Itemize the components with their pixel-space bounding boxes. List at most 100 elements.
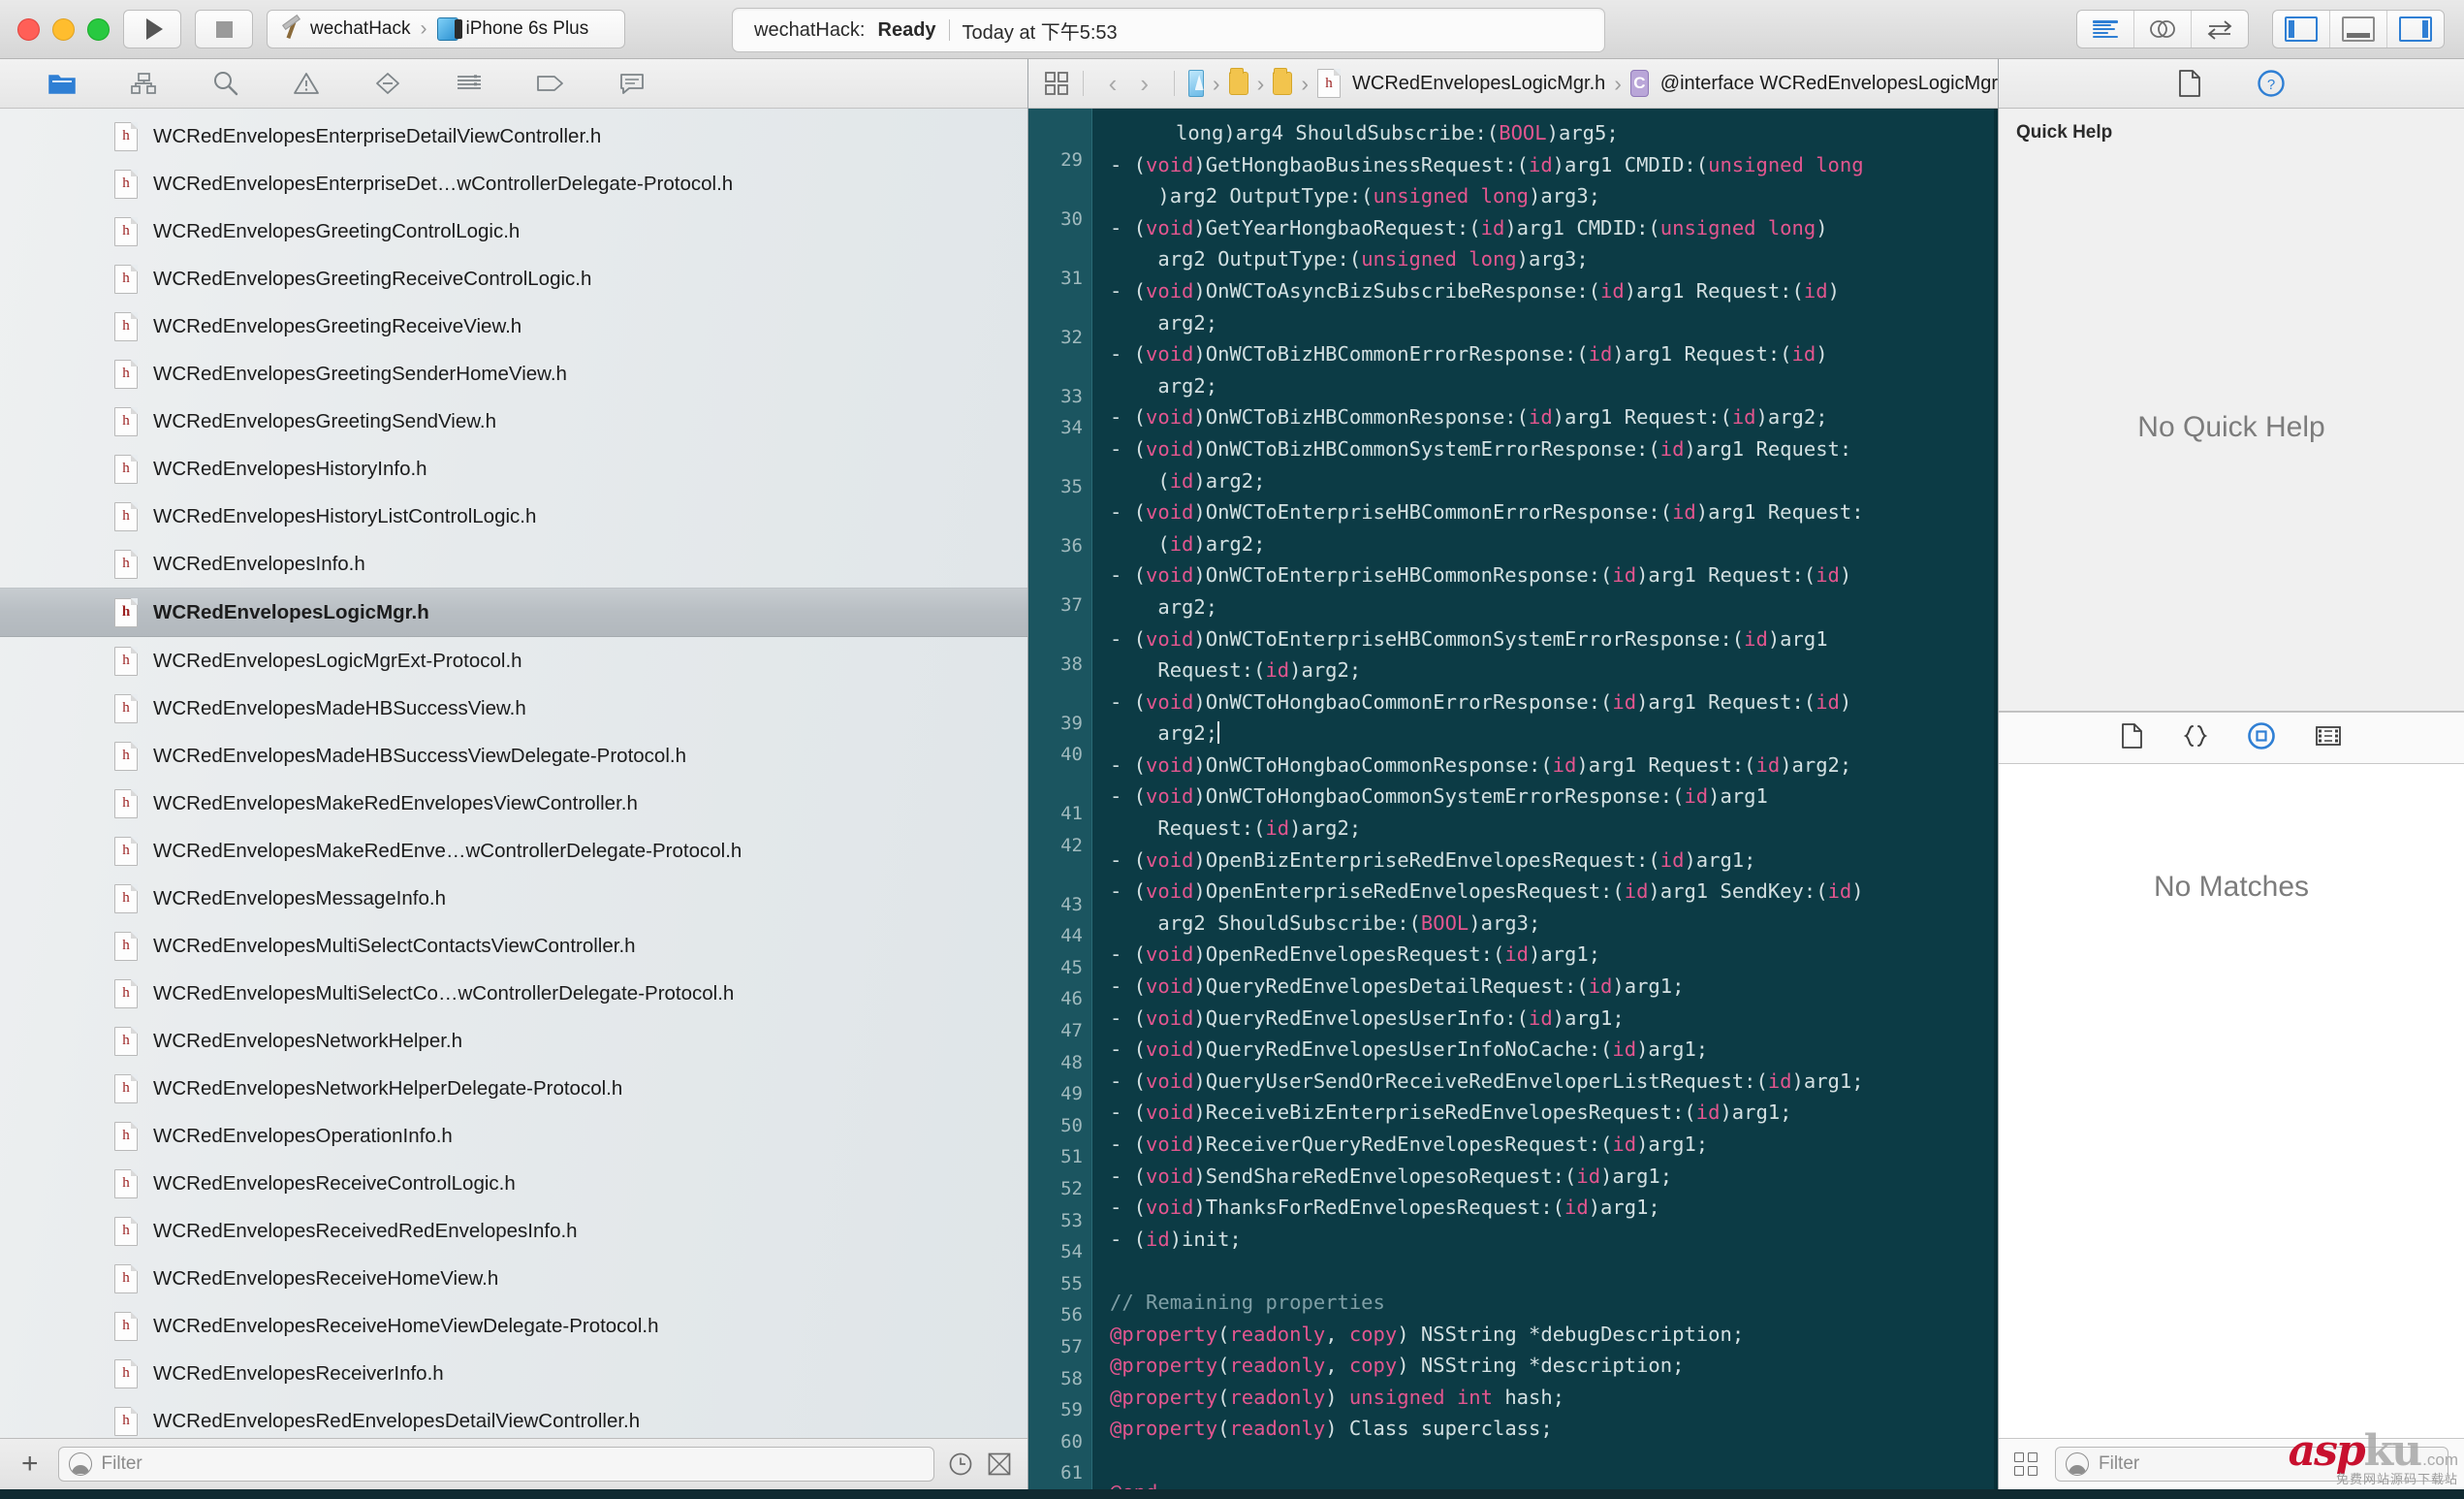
line-number[interactable]: 58 — [1060, 1363, 1091, 1395]
line-number[interactable]: 29 — [1060, 144, 1091, 176]
navigate-forward-button[interactable]: › — [1128, 69, 1160, 99]
navigator-filter-input[interactable]: Filter — [57, 1447, 934, 1482]
line-number[interactable]: 52 — [1060, 1173, 1091, 1205]
file-list-item[interactable]: h WCRedEnvelopesReceiverInfo.h — [0, 1350, 1027, 1397]
code-line[interactable]: - (void)QueryRedEnvelopesUserInfo:(id)ar… — [1110, 1003, 1998, 1035]
code-line[interactable]: - (void)ThanksForRedEnvelopesRequest:(id… — [1110, 1192, 1998, 1224]
line-number[interactable]: 37 — [1060, 590, 1091, 622]
debug-area-toggle-button[interactable] — [2329, 11, 2386, 48]
file-list-item[interactable]: h WCRedEnvelopesMadeHBSuccessView.h — [0, 685, 1027, 732]
file-list-item[interactable]: h WCRedEnvelopesOperationInfo.h — [0, 1112, 1027, 1160]
code-line[interactable]: - (void)QueryRedEnvelopesUserInfoNoCache… — [1110, 1034, 1998, 1066]
line-number[interactable]: 48 — [1060, 1047, 1091, 1079]
line-number-gutter[interactable]: 29 30 31 32 33 34 35 36 37 38 39 40 41 42 43 44 45 46 47 48… — [1028, 109, 1092, 1489]
file-list-item[interactable]: h WCRedEnvelopesEnterpriseDetailViewContr… — [0, 112, 1027, 160]
minimize-button[interactable] — [52, 17, 75, 41]
code-line[interactable]: - (void)OnWCToBizHBCommonErrorResponse:(… — [1110, 338, 1998, 401]
run-button[interactable] — [123, 10, 181, 48]
code-line[interactable]: // Remaining properties — [1110, 1287, 1998, 1319]
file-list-item[interactable]: h WCRedEnvelopesReceiveControlLogic.h — [0, 1160, 1027, 1207]
code-line[interactable]: - (void)OnWCToBizHBCommonSystemErrorResp… — [1110, 433, 1998, 496]
scheme-selector[interactable]: wechatHack › iPhone 6s Plus — [267, 10, 625, 48]
line-number[interactable]: 57 — [1060, 1331, 1091, 1363]
breadcrumb-file-label[interactable]: WCRedEnvelopesLogicMgr.h — [1352, 73, 1605, 95]
recent-files-button[interactable] — [948, 1451, 973, 1477]
line-number[interactable] — [1083, 354, 1091, 381]
add-file-button[interactable]: + — [16, 1450, 45, 1479]
line-number[interactable]: 40 — [1060, 739, 1091, 771]
breadcrumb-folder-icon-1[interactable] — [1228, 68, 1248, 95]
file-list-item[interactable]: h WCRedEnvelopesMultiSelectCo…wController… — [0, 970, 1027, 1017]
code-line[interactable]: - (void)OnWCToAsyncBizSubscribeResponse:… — [1110, 275, 1998, 338]
line-number[interactable]: 53 — [1060, 1205, 1091, 1237]
breadcrumb-folder-icon-2[interactable] — [1273, 68, 1293, 95]
report-navigator-tab[interactable] — [616, 68, 648, 99]
code-line[interactable]: - (void)OnWCToEnterpriseHBCommonSystemEr… — [1110, 623, 1998, 686]
file-list-item[interactable]: h WCRedEnvelopesReceiveHomeViewDelegate-P… — [0, 1302, 1027, 1350]
code-snippet-library-tab[interactable] — [2183, 723, 2208, 753]
line-number[interactable] — [1083, 503, 1091, 530]
line-number[interactable] — [1083, 771, 1091, 798]
project-navigator-tab[interactable] — [47, 68, 78, 99]
line-number[interactable]: 32 — [1060, 322, 1091, 354]
line-number[interactable]: 33 — [1060, 381, 1091, 413]
code-line[interactable]: - (void)OnWCToEnterpriseHBCommonResponse… — [1110, 559, 1998, 622]
quick-help-inspector-tab[interactable]: ? — [2257, 69, 2286, 98]
file-list-item[interactable]: h WCRedEnvelopesNetworkHelperDelegate-Pro… — [0, 1065, 1027, 1112]
line-number[interactable]: 45 — [1060, 952, 1091, 984]
line-number[interactable]: 36 — [1060, 530, 1091, 562]
breadcrumb-symbol-label[interactable]: @interface WCRedEnvelopesLogicMgr — [1660, 73, 1998, 95]
code-line[interactable]: - (void)OpenBizEnterpriseRedEnvelopesReq… — [1110, 845, 1998, 877]
file-list-item[interactable]: h WCRedEnvelopesMadeHBSuccessViewDelegate… — [0, 732, 1027, 780]
symbol-navigator-tab[interactable] — [128, 68, 159, 99]
line-number[interactable] — [1083, 622, 1091, 649]
line-number[interactable] — [1083, 444, 1091, 471]
file-list-item[interactable]: h WCRedEnvelopesMakeRedEnve…wControllerDe… — [0, 827, 1027, 875]
version-editor-button[interactable] — [2191, 11, 2248, 48]
file-list-item[interactable]: h WCRedEnvelopesMessageInfo.h — [0, 875, 1027, 922]
code-line[interactable]: - (void)ReceiverQueryRedEnvelopesRequest… — [1110, 1129, 1998, 1161]
line-number[interactable]: 51 — [1060, 1141, 1091, 1173]
line-number[interactable]: 56 — [1060, 1299, 1091, 1331]
navigator-toggle-button[interactable] — [2273, 11, 2329, 48]
zoom-button[interactable] — [87, 17, 110, 41]
file-list-item[interactable]: h WCRedEnvelopesGreetingSenderHomeView.h — [0, 350, 1027, 398]
line-number[interactable]: 50 — [1060, 1110, 1091, 1142]
line-number[interactable]: 42 — [1060, 830, 1091, 862]
code-line[interactable]: @property(readonly, copy) NSString *desc… — [1110, 1350, 1998, 1382]
source-code-text[interactable]: long)arg4 ShouldSubscribe:(BOOL)arg5; - (… — [1092, 109, 1998, 1489]
code-line[interactable] — [1110, 1445, 1998, 1477]
line-number[interactable]: 55 — [1060, 1268, 1091, 1300]
media-library-tab[interactable] — [2315, 724, 2342, 752]
library-filter-input[interactable]: Filter — [2055, 1447, 2448, 1482]
file-list-item[interactable]: h WCRedEnvelopesHistoryInfo.h — [0, 445, 1027, 493]
code-line[interactable] — [1110, 1255, 1998, 1287]
stop-button[interactable] — [195, 10, 253, 48]
code-line[interactable]: - (void)OnWCToBizHBCommonResponse:(id)ar… — [1110, 401, 1998, 433]
related-items-button[interactable] — [1044, 71, 1069, 96]
line-number[interactable]: 35 — [1060, 471, 1091, 503]
file-inspector-tab[interactable] — [2177, 69, 2202, 98]
file-list-item[interactable]: h WCRedEnvelopesEnterpriseDet…wController… — [0, 160, 1027, 207]
code-line[interactable]: - (void)GetYearHongbaoRequest:(id)arg1 C… — [1110, 212, 1998, 275]
code-line[interactable]: - (void)OpenRedEnvelopesRequest:(id)arg1… — [1110, 939, 1998, 971]
line-number[interactable] — [1083, 861, 1091, 888]
file-list-item[interactable]: h WCRedEnvelopesRedEnvelopesDetailViewCon… — [0, 1397, 1027, 1438]
file-list-item[interactable]: h WCRedEnvelopesGreetingSendView.h — [0, 398, 1027, 445]
file-list-item[interactable]: h WCRedEnvelopesHistoryListControlLogic.h — [0, 493, 1027, 540]
line-number[interactable]: 60 — [1060, 1426, 1091, 1458]
code-line[interactable]: - (void)OpenEnterpriseRedEnvelopesReques… — [1110, 876, 1998, 939]
code-line[interactable]: - (void)OnWCToEnterpriseHBCommonErrorRes… — [1110, 496, 1998, 559]
library-view-mode-button[interactable] — [2014, 1452, 2038, 1476]
debug-navigator-tab[interactable] — [454, 68, 485, 99]
code-line[interactable]: - (void)SendShareRedEnvelopesoRequest:(i… — [1110, 1161, 1998, 1193]
file-list-item[interactable]: h WCRedEnvelopesGreetingReceiveView.h — [0, 303, 1027, 350]
code-line[interactable]: - (void)OnWCToHongbaoCommonResponse:(id)… — [1110, 750, 1998, 781]
code-line[interactable]: @property(readonly) Class superclass; — [1110, 1413, 1998, 1445]
assistant-editor-button[interactable] — [2133, 11, 2191, 48]
line-number[interactable]: 31 — [1060, 263, 1091, 295]
issue-navigator-tab[interactable] — [291, 68, 322, 99]
line-number[interactable]: 34 — [1060, 412, 1091, 444]
file-list-item[interactable]: h WCRedEnvelopesNetworkHelper.h — [0, 1017, 1027, 1065]
project-icon[interactable] — [1187, 70, 1204, 97]
